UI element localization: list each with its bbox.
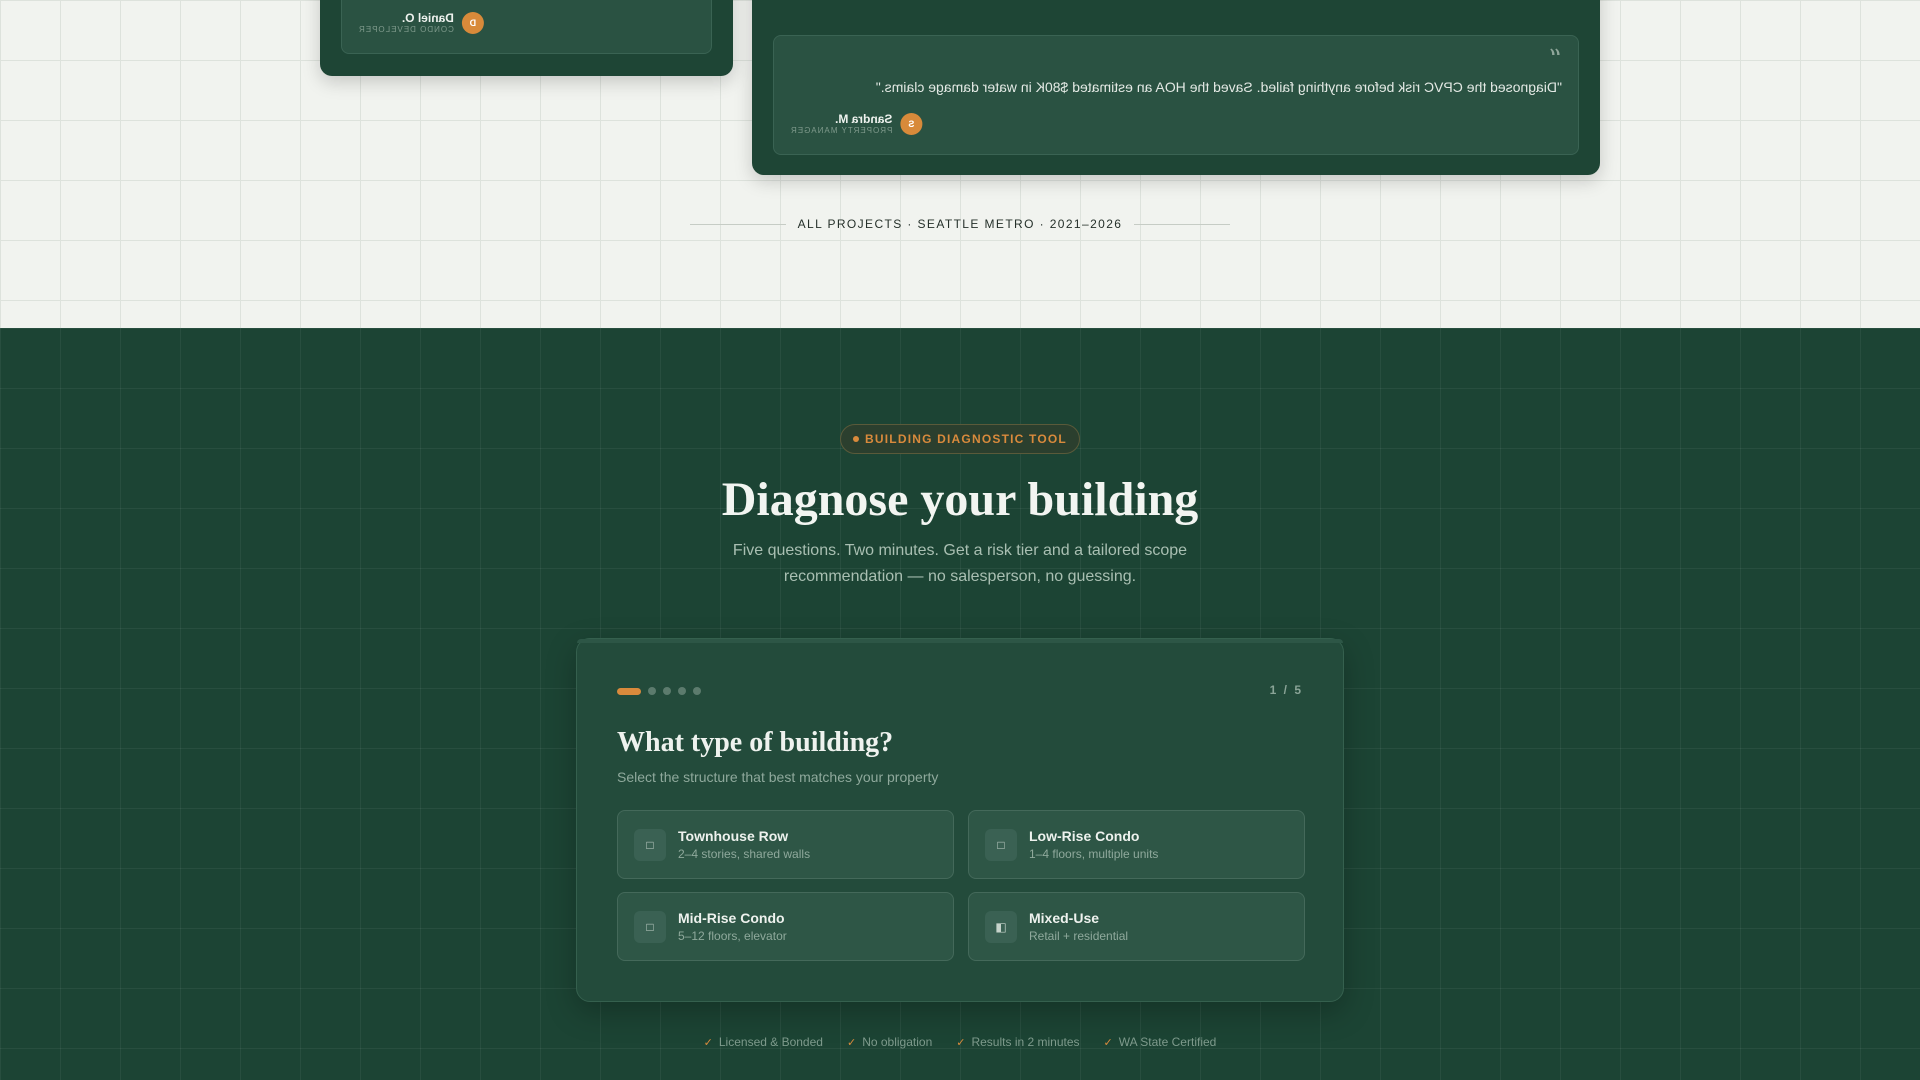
option-low-rise-condo[interactable]: □ Low-Rise Condo 1–4 floors, multiple un… <box>968 810 1305 879</box>
progress-step <box>663 687 671 695</box>
check-icon: ✓ <box>956 1036 966 1049</box>
testimonial-quote: "Diagnosed the CPVC risk before anything… <box>875 79 1562 95</box>
testimonials-section: D Daniel O. CONDO DEVELOPER “ "Diagnosed… <box>0 0 1920 328</box>
projects-divider-label: ALL PROJECTS · SEATTLE METRO · 2021–2026 <box>797 217 1123 231</box>
testimonial-author: S Sandra M. PROPERTY MANAGER <box>790 112 923 136</box>
testimonial-quote-box: D Daniel O. CONDO DEVELOPER <box>341 0 712 54</box>
progress-indicator <box>617 687 701 695</box>
option-subtitle: 1–4 floors, multiple units <box>1029 846 1159 861</box>
check-icon: ✓ <box>846 1036 857 1049</box>
lowrise-icon: □ <box>985 828 1017 861</box>
diagnostic-section: BUILDING DIAGNOSTIC TOOL Diagnose your b… <box>0 328 1920 1080</box>
option-title: Townhouse Row <box>678 827 789 844</box>
author-name: Daniel O. <box>401 11 454 25</box>
step-counter: 1 / 5 <box>1269 683 1303 697</box>
progress-step <box>678 687 686 695</box>
progress-step <box>648 687 656 695</box>
trust-badge: ✓ Licensed & Bonded <box>703 1035 823 1049</box>
testimonial-quote-box: “ "Diagnosed the CPVC risk before anythi… <box>773 35 1579 155</box>
trust-badge: ✓ WA State Certified <box>1103 1035 1217 1049</box>
option-grid: □ Townhouse Row 2–4 stories, shared wall… <box>617 810 1305 961</box>
option-townhouse-row[interactable]: □ Townhouse Row 2–4 stories, shared wall… <box>617 810 954 879</box>
question-hint: Select the structure that best matches y… <box>617 769 939 785</box>
option-subtitle: 5–12 floors, elevator <box>678 928 787 943</box>
author-role: PROPERTY MANAGER <box>790 126 893 135</box>
townhouse-icon: □ <box>634 828 666 861</box>
trust-badge: ✓ Results in 2 minutes <box>956 1035 1080 1049</box>
badge-dot-icon <box>853 436 860 442</box>
projects-divider: ALL PROJECTS · SEATTLE METRO · 2021–2026 <box>0 214 1920 234</box>
avatar: D <box>461 12 484 34</box>
option-subtitle: 2–4 stories, shared walls <box>678 846 811 861</box>
quote-mark-icon: “ <box>1548 45 1562 75</box>
mixed-use-icon: ◧ <box>985 910 1017 943</box>
option-mid-rise-condo[interactable]: □ Mid-Rise Condo 5–12 floors, elevator <box>617 892 954 961</box>
badge-label: BUILDING DIAGNOSTIC TOOL <box>865 432 1067 446</box>
progress-step-active <box>617 687 641 695</box>
option-title: Low-Rise Condo <box>1029 827 1140 844</box>
avatar: S <box>900 113 923 135</box>
option-title: Mixed-Use <box>1029 909 1100 926</box>
section-badge: BUILDING DIAGNOSTIC TOOL <box>840 424 1080 454</box>
trust-badge: ✓ No obligation <box>846 1035 933 1049</box>
question-title: What type of building? <box>617 727 894 758</box>
author-name: Sandra M. <box>835 112 893 126</box>
section-title: Diagnose your building <box>721 473 1199 526</box>
divider-line <box>1134 223 1231 225</box>
check-icon: ✓ <box>1103 1036 1113 1049</box>
author-role: CONDO DEVELOPER <box>358 25 454 34</box>
testimonial-card: “ "Diagnosed the CPVC risk before anythi… <box>752 0 1600 175</box>
testimonial-card: D Daniel O. CONDO DEVELOPER <box>320 0 733 76</box>
option-subtitle: Retail + residential <box>1029 928 1129 943</box>
quiz-card: 1 / 5 What type of building? Select the … <box>576 638 1344 1002</box>
midrise-icon: □ <box>634 910 666 943</box>
progress-step <box>693 687 701 695</box>
check-icon: ✓ <box>703 1036 713 1049</box>
testimonial-author: D Daniel O. CONDO DEVELOPER <box>358 11 484 35</box>
trust-badges: ✓ Licensed & Bonded ✓ No obligation ✓ Resul… <box>0 1035 1920 1049</box>
option-mixed-use[interactable]: ◧ Mixed-Use Retail + residential <box>968 892 1305 961</box>
divider-line <box>689 223 786 225</box>
section-subtitle: Five questions. Two minutes. Get a risk … <box>732 542 1188 585</box>
option-title: Mid-Rise Condo <box>678 909 785 926</box>
